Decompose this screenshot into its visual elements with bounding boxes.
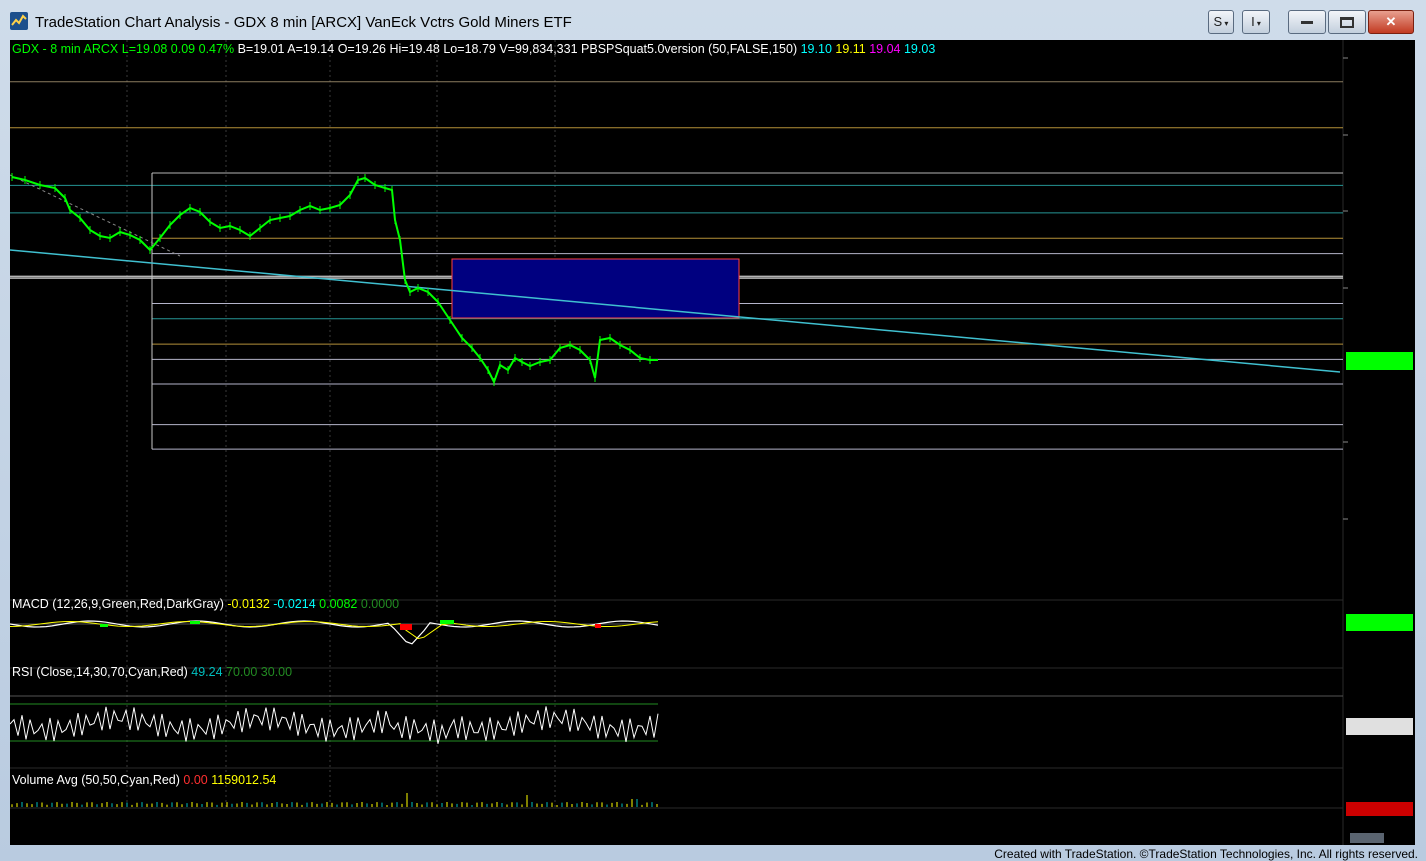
volume-header: Volume Avg (50,50,Cyan,Red) 0.00 1159012… — [12, 773, 276, 787]
chart-overlays — [10, 174, 1341, 373]
close-button[interactable]: ✕ — [1368, 10, 1414, 34]
macd-header-value: -0.0214 — [273, 597, 315, 611]
title-bar[interactable]: TradeStation Chart Analysis - GDX 8 min … — [0, 0, 1426, 40]
price-header-value: L=19.08 — [122, 42, 168, 56]
volume-header-title: Volume Avg (50,50,Cyan,Red) — [12, 773, 180, 787]
price-header-value: V=99,834,331 — [499, 42, 577, 56]
rsi-header-value: 49.24 — [191, 665, 222, 679]
macd-header-title: MACD (12,26,9,Green,Red,DarkGray) — [12, 597, 224, 611]
price-header-value: 19.11 — [835, 42, 865, 56]
target-zone-box — [451, 258, 740, 319]
i-menu-button[interactable]: I ▾ — [1242, 10, 1270, 34]
minimize-button[interactable] — [1288, 10, 1326, 34]
price-header-value: 0.47% — [199, 42, 234, 56]
volume-value-marker — [1346, 802, 1413, 816]
rsi-header: RSI (Close,14,30,70,Cyan,Red) 49.24 70.0… — [12, 665, 292, 679]
macd-header: MACD (12,26,9,Green,Red,DarkGray) -0.013… — [12, 597, 399, 611]
macd-histogram-bar — [595, 624, 601, 628]
last-price-marker — [1346, 352, 1413, 370]
window: TradeStation Chart Analysis - GDX 8 min … — [0, 0, 1426, 861]
price-header-value: PBSPSquat5.0version (50,FALSE,150) — [581, 42, 797, 56]
macd-histogram-bar — [190, 621, 200, 624]
rsi-value-marker — [1346, 718, 1413, 735]
rsi-header-value: 30.00 — [261, 665, 292, 679]
maximize-button[interactable] — [1328, 10, 1366, 34]
chart-canvas[interactable]: GDX - 8 min ARCX L=19.08 0.09 0.47% B=19… — [10, 40, 1415, 845]
scroll-thumb — [1350, 833, 1384, 843]
footer-credit: Created with TradeStation. ©TradeStation… — [994, 847, 1418, 861]
macd-header-value: -0.0132 — [227, 597, 269, 611]
price-header-value: B=19.01 — [238, 42, 285, 56]
tradestation-icon — [10, 12, 28, 30]
indicator-headers: GDX - 8 min ARCX L=19.08 0.09 0.47% B=19… — [12, 42, 935, 787]
macd-value-marker — [1346, 614, 1413, 631]
volume-header-value: 0.00 — [183, 773, 207, 787]
window-title: TradeStation Chart Analysis - GDX 8 min … — [35, 14, 572, 31]
s-menu-button[interactable]: S ▾ — [1208, 10, 1234, 34]
price-header-value: Hi=19.48 — [389, 42, 439, 56]
rsi-header-title: RSI (Close,14,30,70,Cyan,Red) — [12, 665, 188, 679]
price-header-value: Lo=18.79 — [443, 42, 496, 56]
macd-histogram-bar — [440, 620, 454, 624]
price-header-value: 19.03 — [904, 42, 935, 56]
minimize-icon — [1301, 21, 1313, 25]
chart-area[interactable]: GDX - 8 min ARCX L=19.08 0.09 0.47% B=19… — [10, 40, 1415, 845]
price-header-value: 19.10 — [801, 42, 832, 56]
price-header-value: 19.04 — [869, 42, 900, 56]
macd-histogram-bar — [100, 624, 108, 627]
macd-header-value: 0.0082 — [319, 597, 357, 611]
price-header-value: O=19.26 — [338, 42, 386, 56]
rsi-header-value: 70.00 — [226, 665, 257, 679]
axes — [1343, 57, 1413, 843]
grid-lines — [10, 40, 1344, 845]
price-header: GDX - 8 min ARCX L=19.08 0.09 0.47% B=19… — [12, 42, 935, 56]
macd-header-value: 0.0000 — [361, 597, 399, 611]
price-header-value: GDX - 8 min ARCX — [12, 42, 119, 56]
macd-histogram-bar — [400, 624, 412, 630]
maximize-icon — [1340, 17, 1354, 29]
volume-header-value: 1159012.54 — [211, 773, 276, 787]
price-header-value: 0.09 — [171, 42, 195, 56]
rsi-line — [10, 706, 659, 744]
price-header-value: A=19.14 — [287, 42, 334, 56]
close-icon: ✕ — [1385, 14, 1397, 29]
